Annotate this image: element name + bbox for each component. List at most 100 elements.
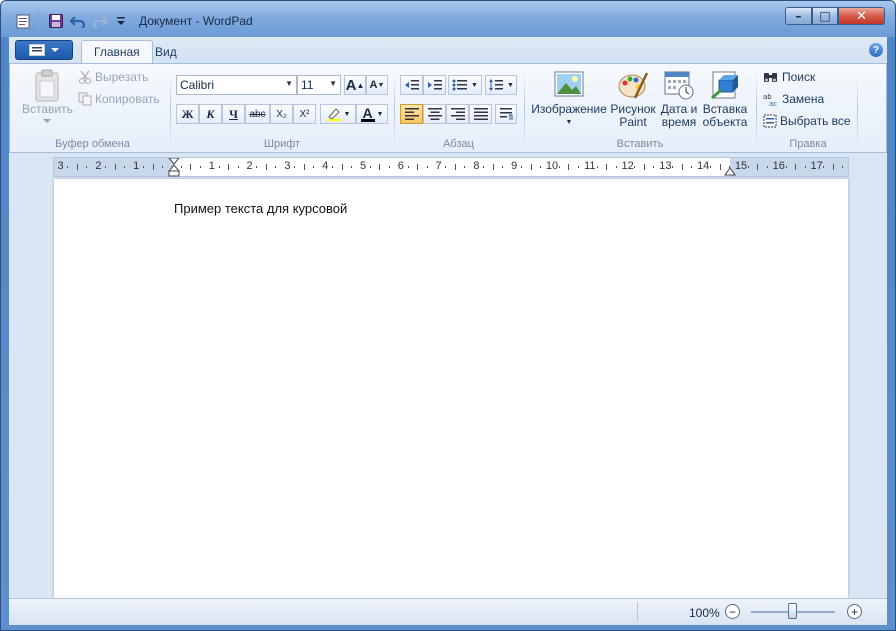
ruler[interactable]: 3 2 1 1 2 3 4 5 6 7 8 9 10 11 12 13 14 15 16 17 — [53, 157, 849, 177]
group-separator — [394, 70, 395, 150]
application-menu-button[interactable] — [15, 40, 73, 60]
ruler-tick — [795, 164, 797, 170]
help-icon[interactable]: ? — [869, 43, 883, 57]
subscript-button[interactable]: X₂ — [270, 104, 293, 124]
ruler-tick — [313, 166, 315, 168]
maximize-button[interactable]: □ — [812, 7, 838, 25]
line-spacing-icon — [489, 79, 504, 91]
superscript-button[interactable]: X² — [293, 104, 316, 124]
align-left-icon — [404, 108, 419, 120]
insert-group-label: Вставить — [616, 138, 664, 150]
chevron-down-icon — [51, 48, 59, 52]
paste-button[interactable]: Вставить — [22, 69, 73, 124]
document-page[interactable]: Пример текста для курсовой — [54, 179, 848, 598]
ruler-tick — [114, 164, 116, 170]
line-spacing-button[interactable]: ▼ — [485, 75, 517, 95]
increase-indent-button[interactable] — [423, 75, 446, 95]
decrease-indent-button[interactable] — [400, 75, 423, 95]
align-left-button[interactable] — [400, 104, 423, 124]
ruler-tick — [568, 164, 570, 170]
highlight-color-button[interactable]: ▼ — [320, 104, 356, 124]
font-size-chevron-icon: ▼ — [329, 79, 337, 88]
justify-button[interactable] — [469, 104, 492, 124]
highlight-chevron-icon: ▼ — [343, 110, 351, 118]
maximize-icon: □ — [819, 9, 831, 23]
bold-button[interactable]: Ж — [176, 104, 199, 124]
ruler-tick — [180, 166, 182, 168]
find-button[interactable]: Поиск — [763, 70, 815, 84]
ruler-tick — [766, 166, 768, 168]
redo-icon[interactable] — [92, 13, 108, 29]
line-spacing-chevron-icon: ▼ — [507, 81, 514, 89]
font-size-select[interactable]: 11 ▼ — [297, 75, 341, 95]
ruler-number: 12 — [621, 160, 634, 172]
ruler-tick — [426, 166, 428, 168]
ruler-tick — [502, 166, 504, 168]
close-button[interactable]: ✕ — [838, 7, 885, 25]
ruler-tick — [615, 166, 617, 168]
font-family-select[interactable]: Calibri ▼ — [176, 75, 297, 95]
ruler-tick — [417, 164, 419, 170]
tab-home[interactable]: Главная — [81, 40, 153, 63]
indent-marker-icon[interactable] — [168, 158, 180, 177]
ruler-tick — [832, 164, 834, 170]
document-area: Пример текста для курсовой — [9, 179, 887, 598]
cut-button[interactable]: Вырезать — [78, 70, 148, 84]
ruler-tick — [445, 166, 447, 168]
paste-label: Вставить — [22, 102, 73, 116]
grow-font-button[interactable]: A ▲ — [344, 75, 366, 95]
ribbon-tab-bar: Главная Вид ? — [9, 37, 887, 63]
zoom-out-button[interactable]: − — [725, 604, 740, 619]
ruler-tick — [124, 166, 126, 168]
underline-button[interactable]: Ч — [222, 104, 245, 124]
status-separator — [637, 602, 638, 622]
wordpad-app-icon[interactable] — [15, 13, 31, 29]
paint-drawing-button[interactable]: Рисунок Paint — [610, 70, 656, 129]
tab-view[interactable]: Вид — [143, 40, 189, 63]
ruler-tick — [256, 166, 258, 168]
ruler-tick — [275, 166, 277, 168]
insert-picture-button[interactable]: Изображение ▼ — [530, 70, 608, 129]
font-family-value: Calibri — [180, 78, 215, 92]
ruler-tick — [143, 166, 145, 168]
paragraph-settings-button[interactable] — [495, 104, 517, 124]
bullet-list-chevron-icon: ▼ — [471, 81, 478, 89]
insert-picture-chevron-icon: ▼ — [565, 119, 573, 126]
replace-button[interactable]: ab ac Замена — [763, 92, 824, 106]
document-text[interactable]: Пример текста для курсовой — [174, 201, 347, 216]
zoom-slider-thumb[interactable] — [788, 603, 797, 619]
insert-object-button[interactable]: Вставка объекта — [700, 70, 750, 129]
ruler-tick — [823, 166, 825, 168]
right-indent-marker-icon[interactable] — [724, 166, 736, 176]
strikethrough-button[interactable]: abc — [245, 104, 270, 124]
date-time-button[interactable]: Дата и время — [658, 70, 700, 129]
save-icon[interactable] — [48, 13, 64, 29]
shrink-font-button[interactable]: A ▼ — [366, 75, 388, 95]
ruler-tick — [76, 164, 78, 170]
select-all-button[interactable]: Выбрать все — [763, 114, 851, 128]
undo-icon[interactable] — [70, 13, 86, 29]
font-color-button[interactable]: A ▼ — [356, 104, 388, 124]
scissors-icon — [79, 70, 91, 84]
align-center-button[interactable] — [423, 104, 446, 124]
ruler-tick — [785, 166, 787, 168]
zoom-in-button[interactable]: + — [847, 604, 862, 619]
ruler-number: 1 — [208, 160, 215, 172]
italic-button[interactable]: К — [199, 104, 222, 124]
minimize-button[interactable]: – — [785, 7, 812, 25]
ribbon: Вставить Вырезать Копировать Буфер обмен… — [9, 63, 887, 153]
customize-qat-icon[interactable] — [113, 13, 129, 29]
minimize-icon: – — [795, 9, 802, 23]
insert-object-label-line2: объекта — [702, 115, 748, 129]
bullet-list-button[interactable]: ▼ — [448, 75, 482, 95]
ruler-tick — [228, 164, 230, 170]
ruler-tick — [596, 166, 598, 168]
ruler-number: 9 — [511, 160, 518, 172]
ruler-number: 16 — [772, 160, 785, 172]
align-right-button[interactable] — [446, 104, 469, 124]
copy-button[interactable]: Копировать — [78, 92, 160, 106]
ruler-tick — [643, 164, 645, 170]
ruler-number: 3 — [57, 160, 64, 172]
date-time-label-line2: время — [661, 115, 697, 129]
ruler-tick — [842, 166, 844, 168]
